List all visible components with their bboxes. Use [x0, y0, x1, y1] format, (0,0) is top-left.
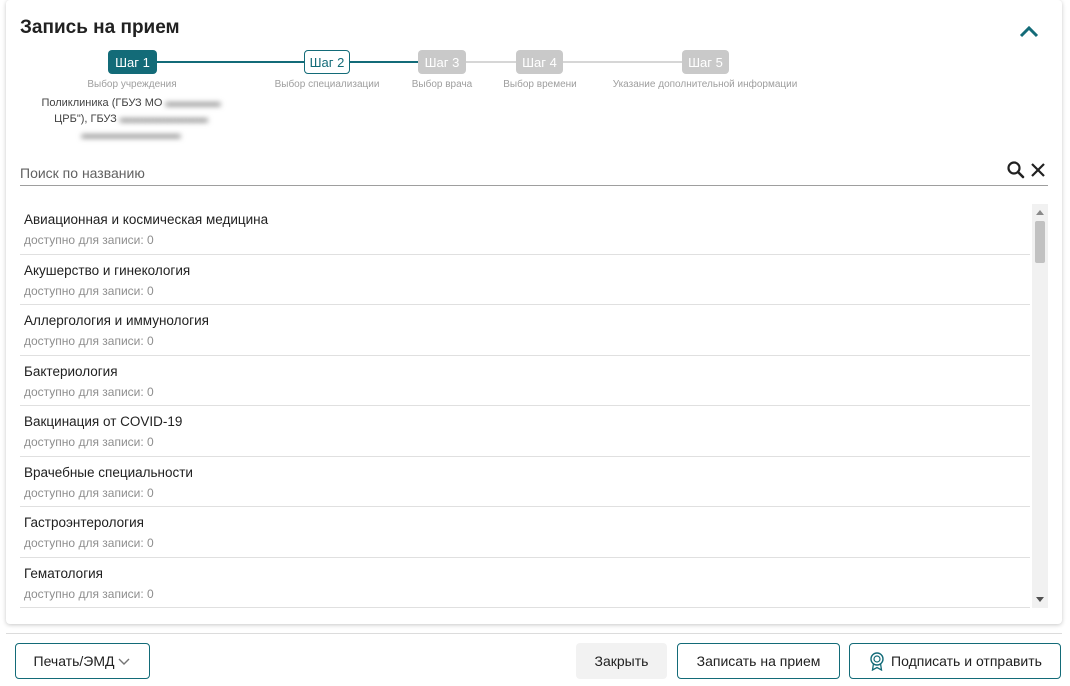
- step-connector-3: [466, 61, 516, 63]
- chevron-down-icon: [118, 658, 130, 665]
- step-connector-2: [350, 61, 418, 63]
- step-5-caption: Указание дополнительной информации: [612, 79, 798, 90]
- print-emd-button[interactable]: Печать/ЭМД: [15, 643, 150, 679]
- search-field: [20, 160, 1048, 186]
- close-button[interactable]: Закрыть: [576, 643, 667, 679]
- list-scrollbar[interactable]: [1032, 204, 1048, 608]
- redacted-text: ▬▬▬▬▬: [165, 97, 221, 109]
- step-2-caption: Выбор специализации: [274, 79, 380, 90]
- book-appointment-label: Записать на прием: [696, 653, 821, 669]
- item-availability: доступно для записи: 0: [24, 334, 154, 348]
- item-name: Гастроэнтерология: [24, 515, 144, 530]
- step-1[interactable]: Шаг 1: [108, 50, 157, 74]
- item-availability: доступно для записи: 0: [24, 536, 154, 550]
- list-item[interactable]: Врачебные специальности доступно для зап…: [20, 457, 1030, 507]
- item-availability: доступно для записи: 0: [24, 435, 154, 449]
- list-item[interactable]: Авиационная и космическая медицина досту…: [20, 204, 1030, 255]
- item-name: Акушерство и гинекология: [24, 262, 191, 278]
- list-item[interactable]: Бактериология доступно для записи: 0: [20, 356, 1030, 406]
- redacted-text: ▬▬▬▬▬▬▬▬: [119, 113, 208, 125]
- step-4-caption: Выбор времени: [503, 79, 577, 90]
- item-name: Авиационная и космическая медицина: [24, 212, 269, 227]
- triangle-up-icon: [1036, 210, 1044, 215]
- item-availability: доступно для записи: 0: [24, 485, 154, 500]
- item-name: Аллергология и иммунология: [24, 313, 209, 328]
- footer-divider: [6, 633, 1062, 634]
- search-icon[interactable]: [1006, 160, 1026, 185]
- list-item[interactable]: Гастроэнтерология доступно для записи: 0: [20, 507, 1030, 558]
- specialization-list: Авиационная и космическая медицина досту…: [20, 204, 1030, 608]
- appointment-card: Запись на прием Шаг 1 Шаг 2 Шаг 3 Шаг 4 …: [6, 0, 1062, 624]
- item-availability: доступно для записи: 0: [24, 384, 154, 399]
- list-item[interactable]: Аллергология и иммунология доступно для …: [20, 305, 1030, 356]
- step-5: Шаг 5: [682, 50, 729, 74]
- print-emd-label: Печать/ЭМД: [33, 653, 115, 669]
- certificate-icon: [870, 652, 884, 671]
- page: Запись на прием Шаг 1 Шаг 2 Шаг 3 Шаг 4 …: [0, 0, 1070, 686]
- item-name: Вакцинация от COVID-19: [24, 414, 183, 429]
- redacted-text: ▬▬▬▬▬▬▬▬▬: [81, 129, 181, 141]
- step-3: Шаг 3: [418, 50, 466, 74]
- stepper: Шаг 1 Шаг 2 Шаг 3 Шаг 4 Шаг 5 Выбор учре…: [6, 0, 1062, 150]
- step-2[interactable]: Шаг 2: [304, 50, 350, 74]
- institution-line-1: Поликлиника (ГБУЗ МО: [41, 97, 163, 109]
- item-availability: доступно для записи: 0: [24, 283, 154, 298]
- item-name: Гематология: [24, 565, 103, 581]
- step-connector-1: [156, 61, 304, 63]
- search-input[interactable]: [20, 162, 980, 184]
- list-item[interactable]: Акушерство и гинекология доступно для за…: [20, 255, 1030, 305]
- step-connector-4: [562, 61, 682, 63]
- item-availability: доступно для записи: 0: [24, 586, 154, 601]
- selected-institution: Поликлиника (ГБУЗ МО ▬▬▬▬▬ ЦРБ"), ГБУЗ ▬…: [26, 95, 236, 143]
- step-3-caption: Выбор врача: [411, 79, 473, 90]
- triangle-down-icon: [1036, 597, 1044, 602]
- sign-and-send-button[interactable]: Подписать и отправить: [849, 643, 1061, 679]
- step-4: Шаг 4: [516, 50, 563, 74]
- sign-and-send-label: Подписать и отправить: [891, 653, 1042, 669]
- institution-line-2: ЦРБ"), ГБУЗ: [54, 113, 117, 125]
- scroll-down-button[interactable]: [1032, 592, 1048, 608]
- scroll-thumb[interactable]: [1035, 221, 1045, 263]
- scroll-up-button[interactable]: [1032, 204, 1048, 220]
- close-icon[interactable]: [1028, 160, 1048, 185]
- book-appointment-button[interactable]: Записать на прием: [677, 643, 840, 679]
- item-name: Врачебные специальности: [24, 464, 193, 480]
- list-item[interactable]: Гематология доступно для записи: 0: [20, 558, 1030, 608]
- item-name: Бактериология: [24, 363, 118, 379]
- list-item[interactable]: Вакцинация от COVID-19 доступно для запи…: [20, 406, 1030, 457]
- step-1-caption: Выбор учреждения: [87, 79, 177, 90]
- item-availability: доступно для записи: 0: [24, 233, 154, 247]
- close-label: Закрыть: [594, 653, 649, 669]
